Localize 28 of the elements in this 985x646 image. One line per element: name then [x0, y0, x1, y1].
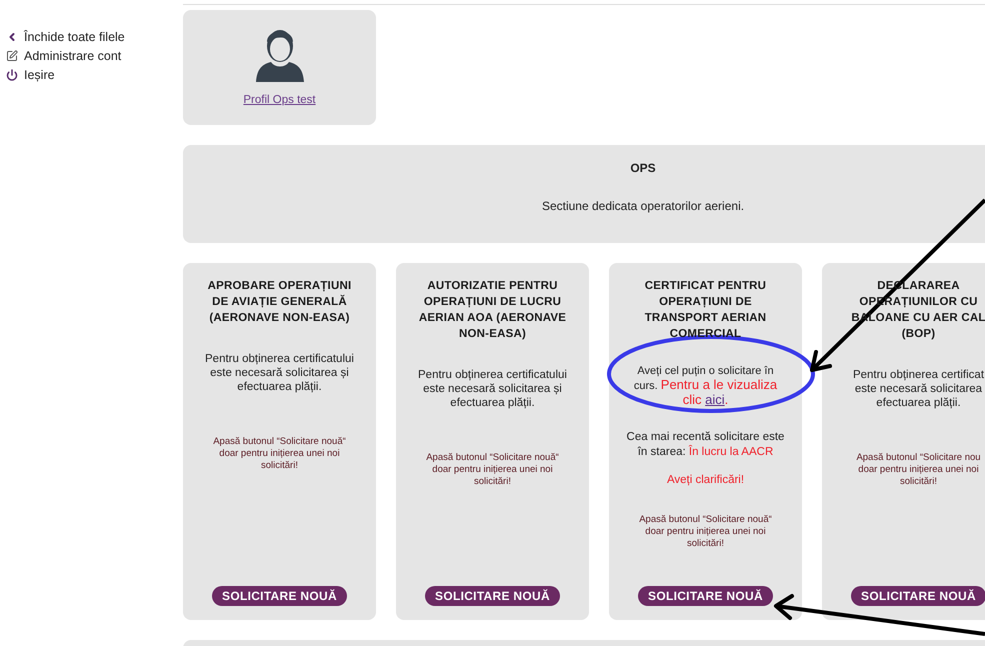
section-title: OPS [630, 161, 656, 175]
sidebar-link[interactable]: Închide toate filele [6, 30, 183, 44]
edit-icon [6, 50, 18, 62]
sidebar-link-label: Ieșire [24, 68, 55, 82]
clarification-text: Aveți clarificări! [666, 474, 744, 486]
sidebar-link[interactable]: Ieșire [6, 68, 183, 82]
new-request-button[interactable]: SOLICITARE NOUĂ [851, 586, 985, 606]
new-request-button[interactable]: SOLICITARE NOUĂ [638, 586, 773, 606]
card-description: Pentru obținerea certificat este necesară solicitarea efectuarea plății. [852, 368, 984, 410]
card-title: APROBARE OPERAȚIUNI DE AVIAȚIE GENERALĂ (AERONAVE NON-EASA) [208, 279, 352, 326]
card-hint: Apasă butonul “Solicitare nouă“ doar pentru inițierea unei noi solicitări! [639, 514, 772, 550]
section-subtitle: Sectiune dedicata operatorilor aerieni. [542, 199, 744, 213]
sidebar-link-label: Închide toate filele [24, 30, 125, 44]
request-status: Cea mai recentă solicitare este în starea: În lucru la AACR [626, 430, 786, 460]
sidebar-link[interactable]: Administrare cont [6, 49, 183, 63]
card-title: AUTORIZATIE PENTRU OPERAȚIUNI DE LUCRU AERIAN AOA (AERONAVE NON-EASA) [418, 279, 566, 342]
card-hint: Apasă butonul “Solicitare nouă“ doar pentru inițierea unei noi solicitări! [426, 452, 559, 488]
card-hint: Apasă butonul “Solicitare nouă“ doar pentru inițierea unei noi solicitări! [213, 436, 346, 472]
power-icon [6, 69, 18, 81]
card-hint: Apasă butonul “Solicitare nou doar pentru inițierea unei noi solicitări! [856, 452, 981, 488]
card-description: Pentru obținerea certificatului este necesară solicitarea și efectuarea plății. [418, 368, 567, 410]
request-notice: Aveți cel puțin o solicitare în curs. Pentru a le vizualiza clic aici. [632, 364, 778, 408]
new-request-button[interactable]: SOLICITARE NOUĂ [425, 586, 560, 606]
view-link[interactable]: aici [705, 392, 725, 407]
new-request-button[interactable]: SOLICITARE NOUĂ [212, 586, 347, 606]
profile-link[interactable]: Profil Ops test [243, 94, 316, 106]
sidebar-link-label: Administrare cont [24, 49, 122, 63]
card-description: Pentru obținerea certificatului este necesară solicitarea și efectuarea plății. [205, 352, 354, 394]
